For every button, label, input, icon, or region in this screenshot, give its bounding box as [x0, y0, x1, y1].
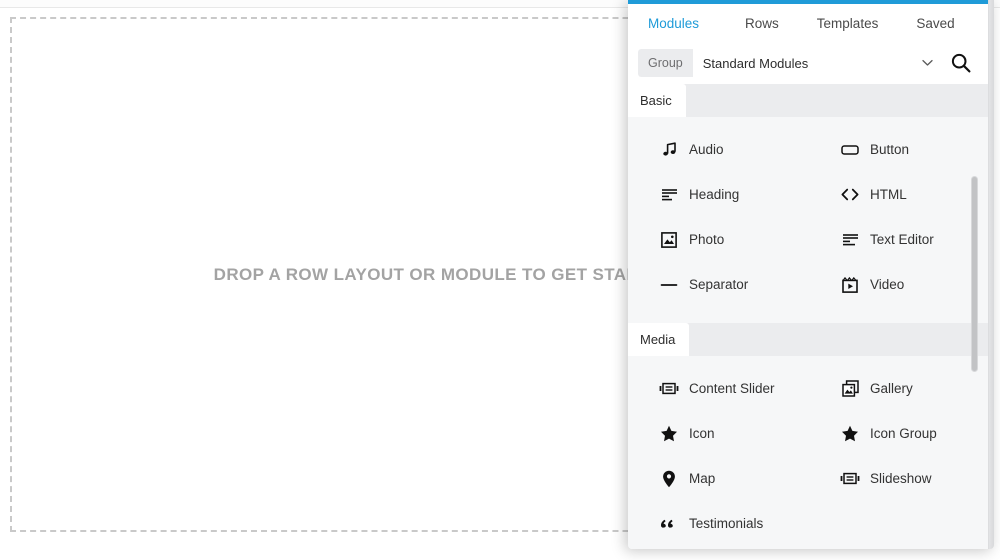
- panel-right-edge: [988, 0, 994, 549]
- module-label: Icon: [689, 426, 715, 441]
- tab-saved[interactable]: Saved: [916, 16, 954, 31]
- module-item-video[interactable]: Video: [809, 262, 990, 307]
- module-row: Audio Button: [628, 127, 990, 172]
- group-select[interactable]: Group Standard Modules: [638, 49, 940, 77]
- section-title-media: Media: [628, 323, 690, 356]
- section-grid-basic: Audio Button Heading HTML Photo Text Edi…: [628, 117, 990, 323]
- tab-modules[interactable]: Modules: [648, 16, 699, 31]
- module-item-testimonials[interactable]: Testimonials: [628, 501, 809, 546]
- module-row: Testimonials: [628, 501, 990, 546]
- section-header-media: Media: [628, 323, 990, 356]
- modules-panel: Modules Rows Templates Saved Group Stand…: [628, 0, 994, 549]
- module-item-photo[interactable]: Photo: [628, 217, 809, 262]
- code-brackets-icon: [839, 185, 861, 205]
- module-label: Gallery: [870, 381, 913, 396]
- module-item-map[interactable]: Map: [628, 456, 809, 501]
- module-item-heading[interactable]: Heading: [628, 172, 809, 217]
- button-icon: [839, 140, 861, 160]
- tab-rows[interactable]: Rows: [745, 16, 779, 31]
- module-item-content-slider[interactable]: Content Slider: [628, 366, 809, 411]
- slideshow-icon: [839, 469, 861, 489]
- module-item-empty: [809, 501, 990, 546]
- module-label: Video: [870, 277, 905, 292]
- photo-icon: [658, 230, 680, 250]
- module-row: Content Slider Gallery: [628, 366, 990, 411]
- module-label: Content Slider: [689, 381, 775, 396]
- section-title-basic: Basic: [628, 84, 686, 117]
- star-group-icon: [839, 424, 861, 444]
- module-item-separator[interactable]: Separator: [628, 262, 809, 307]
- star-icon: [658, 424, 680, 444]
- module-item-audio[interactable]: Audio: [628, 127, 809, 172]
- module-label: Button: [870, 142, 910, 157]
- quote-icon: [658, 514, 680, 534]
- module-label: Icon Group: [870, 426, 937, 441]
- module-label: HTML: [870, 187, 907, 202]
- module-label: Separator: [689, 277, 749, 292]
- group-search-row: Group Standard Modules: [628, 42, 990, 84]
- module-label: Text Editor: [870, 232, 934, 247]
- module-item-icon[interactable]: Icon: [628, 411, 809, 456]
- module-row: Photo Text Editor: [628, 217, 990, 262]
- module-item-text-editor[interactable]: Text Editor: [809, 217, 990, 262]
- module-label: Audio: [689, 142, 724, 157]
- music-note-icon: [658, 140, 680, 160]
- panel-scrollbar-track[interactable]: [971, 86, 986, 526]
- group-select-value: Standard Modules: [702, 55, 809, 71]
- module-item-icon-group[interactable]: Icon Group: [809, 411, 990, 456]
- panel-tabs: Modules Rows Templates Saved: [628, 4, 990, 42]
- module-row: Icon Icon Group: [628, 411, 990, 456]
- separator-dash-icon: [658, 275, 680, 295]
- tab-templates[interactable]: Templates: [817, 16, 879, 31]
- video-clapper-icon: [839, 275, 861, 295]
- module-item-button[interactable]: Button: [809, 127, 990, 172]
- modules-list[interactable]: Basic Audio Button Heading HTML Photo Te…: [628, 84, 990, 549]
- gallery-icon: [839, 379, 861, 399]
- module-label: Photo: [689, 232, 725, 247]
- group-select-prefix-label: Group: [638, 49, 693, 77]
- module-item-html[interactable]: HTML: [809, 172, 990, 217]
- editor-root: DROP A ROW LAYOUT OR MODULE TO GET START…: [0, 0, 1000, 560]
- module-row: Separator Video: [628, 262, 990, 307]
- section-grid-media: Content Slider Gallery Icon Icon Group M…: [628, 356, 990, 549]
- module-label: Heading: [689, 187, 740, 202]
- map-pin-icon: [658, 469, 680, 489]
- panel-scrollbar-thumb[interactable]: [971, 176, 978, 372]
- module-row: Heading HTML: [628, 172, 990, 217]
- content-slider-icon: [658, 379, 680, 399]
- section-header-basic: Basic: [628, 84, 990, 117]
- text-lines-icon: [839, 230, 861, 250]
- heading-lines-icon: [658, 185, 680, 205]
- drop-zone-label: DROP A ROW LAYOUT OR MODULE TO GET START…: [213, 264, 675, 284]
- module-item-gallery[interactable]: Gallery: [809, 366, 990, 411]
- module-label: Testimonials: [689, 516, 764, 531]
- module-label: Slideshow: [870, 471, 932, 486]
- chevron-down-icon: [918, 49, 936, 77]
- module-row: Map Slideshow: [628, 456, 990, 501]
- module-item-slideshow[interactable]: Slideshow: [809, 456, 990, 501]
- module-label: Map: [689, 471, 716, 486]
- search-icon[interactable]: [944, 46, 978, 80]
